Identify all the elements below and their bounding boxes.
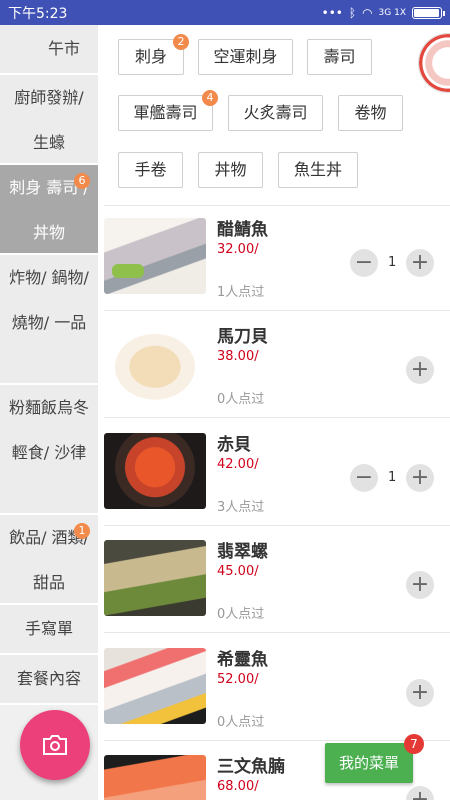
food-image [104, 540, 206, 616]
quantity-value: 1 [388, 470, 397, 485]
bluetooth-icon: ᛒ [348, 5, 357, 20]
sidebar-item-handwritten[interactable]: 手寫單 [0, 605, 98, 655]
tag-sashimi[interactable]: 刺身 2 [118, 34, 189, 75]
status-icons: ••• ᛒ ◠ 3G 1X [321, 5, 445, 20]
battery-icon [412, 6, 445, 19]
tag-label: 空運刺身 [213, 47, 278, 66]
decrease-button[interactable]: − [350, 464, 378, 492]
food-price: 45.00/ [217, 564, 259, 579]
tag-aburi[interactable]: 火炙壽司 [228, 95, 323, 131]
food-order-count: 3人点过 [217, 500, 265, 515]
tag-donburi[interactable]: 丼物 [198, 152, 263, 188]
increase-button[interactable]: + [406, 679, 434, 707]
food-image [104, 648, 206, 724]
food-price: 38.00/ [217, 349, 259, 364]
sidebar-badge: 1 [74, 523, 90, 539]
tag-label: 魚生丼 [293, 160, 342, 179]
food-item[interactable]: 醋鯖魚 32.00/ 1人点过 − 1 + [104, 208, 450, 315]
sidebar-item-noodles[interactable]: 粉麵飯烏冬 輕食/ 沙律 [0, 385, 98, 515]
tag-label: 手卷 [134, 160, 167, 179]
mascot-logo [418, 33, 450, 93]
sidebar-item-label: 炸物/ 鍋物/ 燒物/ 一品 [9, 268, 89, 332]
status-time: 下午5:23 [8, 5, 68, 22]
food-name: 赤貝 [217, 435, 251, 455]
tag-label: 軍艦壽司 [133, 103, 198, 122]
food-price: 42.00/ [217, 457, 259, 472]
category-sidebar: 午市 廚師發辦/ 生蠔 刺身 壽司 / 丼物 6 炸物/ 鍋物/ 燒物/ 一品 … [0, 25, 98, 800]
tag-badge: 4 [202, 90, 218, 106]
sidebar-item-chef[interactable]: 廚師發辦/ 生蠔 [0, 75, 98, 165]
food-item[interactable]: 翡翠螺 45.00/ 0人点过 + [104, 530, 450, 637]
food-image [104, 218, 206, 294]
food-image [104, 755, 206, 800]
increase-button[interactable]: + [406, 464, 434, 492]
food-item[interactable]: 希靈魚 52.00/ 0人点过 + [104, 638, 450, 745]
my-menu-badge: 7 [404, 734, 424, 754]
food-price: 68.00/ [217, 779, 259, 794]
more-dots-icon: ••• [321, 5, 343, 20]
quantity-value: 1 [388, 255, 397, 270]
tag-label: 卷物 [354, 103, 387, 122]
food-order-count: 0人点过 [217, 607, 265, 622]
tag-label: 火炙壽司 [243, 103, 308, 122]
tag-rolls[interactable]: 卷物 [338, 95, 403, 131]
food-name: 三文魚腩 [217, 757, 285, 777]
food-price: 32.00/ [217, 242, 259, 257]
food-image [104, 325, 206, 401]
divider [104, 525, 450, 526]
sidebar-item-drinks[interactable]: 飲品/ 酒類/甜品 1 [0, 515, 98, 605]
tag-badge: 2 [173, 34, 189, 50]
food-name: 馬刀貝 [217, 327, 268, 347]
signal-label: 3G 1X [378, 7, 406, 18]
sidebar-item-set-meal[interactable]: 套餐內容 [0, 655, 98, 705]
tag-air-sashimi[interactable]: 空運刺身 [198, 39, 293, 75]
sidebar-item-label: 套餐內容 [16, 669, 81, 688]
divider [104, 632, 450, 633]
sidebar-item-label: 午市 [47, 39, 80, 58]
food-price: 52.00/ [217, 672, 259, 687]
divider [104, 417, 450, 418]
divider [104, 205, 450, 206]
increase-button[interactable]: + [406, 571, 434, 599]
food-order-count: 1人点过 [217, 285, 265, 300]
decrease-button[interactable]: − [350, 249, 378, 277]
tag-label: 刺身 [134, 47, 167, 66]
food-order-count: 0人点过 [217, 392, 265, 407]
tag-label: 壽司 [323, 47, 356, 66]
increase-button[interactable]: + [406, 786, 434, 800]
increase-button[interactable]: + [406, 356, 434, 384]
sidebar-badge: 6 [74, 173, 90, 189]
status-bar: 下午5:23 ••• ᛒ ◠ 3G 1X [0, 0, 450, 25]
increase-button[interactable]: + [406, 249, 434, 277]
food-item[interactable]: 赤貝 42.00/ 3人点过 − 1 + [104, 423, 450, 530]
sidebar-item-label: 手寫單 [24, 619, 73, 638]
divider [104, 740, 450, 741]
sidebar-item-label: 粉麵飯烏冬 輕食/ 沙律 [8, 398, 89, 462]
app-root: 下午5:23 ••• ᛒ ◠ 3G 1X 午市 廚師發辦/ 生蠔 刺身 壽司 /… [0, 0, 450, 800]
wifi-icon: ◠ [362, 5, 373, 20]
tag-sushi[interactable]: 壽司 [307, 39, 372, 75]
my-menu-button[interactable]: 我的菜單 [325, 743, 413, 783]
sidebar-item-sashimi[interactable]: 刺身 壽司 / 丼物 6 [0, 165, 98, 255]
camera-icon [43, 735, 67, 755]
food-name: 醋鯖魚 [217, 220, 268, 240]
food-image [104, 433, 206, 509]
divider [104, 310, 450, 311]
tag-raw-fish-don[interactable]: 魚生丼 [278, 152, 358, 188]
sidebar-item-lunch[interactable]: 午市 [0, 25, 98, 75]
tag-label: 丼物 [214, 160, 247, 179]
sidebar-item-label: 廚師發辦/ 生蠔 [14, 88, 84, 152]
food-name: 希靈魚 [217, 650, 268, 670]
tag-gunkan[interactable]: 軍艦壽司 4 [118, 90, 218, 131]
tag-handroll[interactable]: 手卷 [118, 152, 183, 188]
food-order-count: 0人点过 [217, 715, 265, 730]
food-name: 翡翠螺 [217, 542, 268, 562]
sidebar-item-fried[interactable]: 炸物/ 鍋物/ 燒物/ 一品 [0, 255, 98, 385]
food-item[interactable]: 馬刀貝 38.00/ 0人点过 + [104, 315, 450, 422]
camera-button[interactable] [20, 710, 90, 780]
